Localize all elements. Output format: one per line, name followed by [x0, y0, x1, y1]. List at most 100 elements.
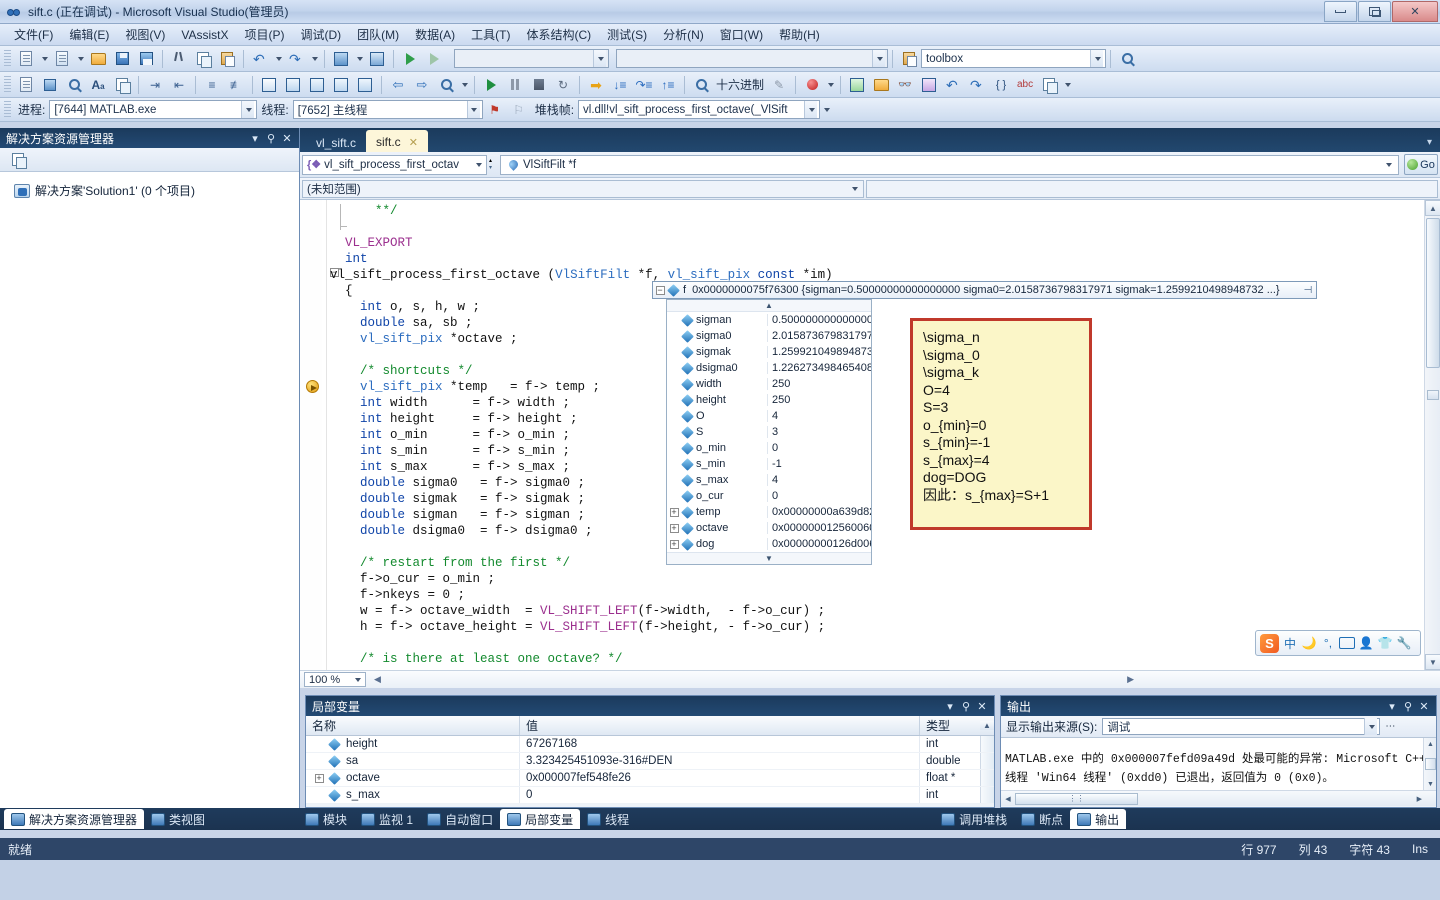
datatip-row-value[interactable]: 0: [767, 490, 871, 502]
expand-toggle-icon[interactable]: +: [667, 539, 681, 549]
tab-vl_sift-c[interactable]: vl_sift.c: [306, 132, 366, 152]
toolbar-grip[interactable]: [4, 100, 11, 119]
scroll-down-icon[interactable]: ▼: [1424, 778, 1436, 790]
datatip-row-value[interactable]: 0: [767, 442, 871, 454]
outdent-icon[interactable]: ⇤: [168, 74, 190, 95]
new-project-icon[interactable]: [51, 48, 73, 69]
scroll-left-icon[interactable]: ◀: [374, 674, 381, 685]
sogou-logo-icon[interactable]: S: [1260, 633, 1279, 653]
prev-task-icon[interactable]: ⇦: [387, 74, 409, 95]
scroll-up-icon[interactable]: ▲: [1424, 738, 1436, 750]
locals-scrollbar-track[interactable]: [980, 736, 994, 752]
new-project-dropdown-icon[interactable]: [75, 48, 85, 69]
restart-icon[interactable]: ↻: [552, 74, 574, 95]
pin-icon[interactable]: ⚲: [1400, 698, 1416, 714]
vassist-find-symbol-icon[interactable]: 👓: [894, 74, 916, 95]
datatip-row[interactable]: + temp 0x00000000a639d820: [667, 504, 871, 520]
prev-bookmark-icon[interactable]: [282, 74, 304, 95]
bookmark-folder-icon[interactable]: [354, 74, 376, 95]
datatip-row[interactable]: + dog 0x00000000126d0060: [667, 536, 871, 552]
scope-secondary-combo[interactable]: [866, 179, 1438, 198]
copy-icon[interactable]: [192, 48, 214, 69]
redo-icon[interactable]: [285, 48, 307, 69]
datatip-row[interactable]: S3: [667, 424, 871, 440]
datatip-row-value[interactable]: 4: [767, 474, 871, 486]
locals-scrollbar-track[interactable]: [980, 753, 994, 769]
moon-icon[interactable]: 🌙: [1301, 634, 1317, 652]
type-navigation-combo[interactable]: {❖ vl_sift_process_first_octav: [302, 154, 487, 175]
properties-icon[interactable]: [7, 149, 29, 170]
bottom-tab-solution-explorer[interactable]: 解决方案资源管理器: [4, 809, 145, 829]
user-icon[interactable]: 👤: [1358, 634, 1374, 652]
output-vertical-scrollbar[interactable]: ▲ ▼: [1423, 738, 1436, 790]
expand-toggle-icon[interactable]: +: [667, 523, 681, 533]
close-icon[interactable]: ✕: [409, 136, 418, 149]
tab-sift-c[interactable]: sift.c ✕: [366, 130, 428, 152]
thread-marker-icon[interactable]: ✎: [768, 74, 790, 95]
scroll-right-icon[interactable]: ▶: [1417, 795, 1422, 803]
vassist-surround-icon[interactable]: { }: [990, 74, 1012, 95]
locals-scrollbar-track[interactable]: [980, 770, 994, 786]
table-row[interactable]: height 67267168 int: [306, 736, 994, 753]
output-options-icon[interactable]: ⋯: [1385, 721, 1395, 732]
cut-icon[interactable]: [168, 48, 190, 69]
split-handle[interactable]: [1427, 390, 1439, 400]
datatip-row-value[interactable]: 3: [767, 426, 871, 438]
close-icon[interactable]: ✕: [1416, 698, 1432, 714]
table-row[interactable]: s_max 0 int: [306, 787, 994, 804]
scroll-down-icon[interactable]: ▼: [1425, 654, 1440, 670]
navigate-backward-icon[interactable]: [330, 48, 352, 69]
locals-value-cell[interactable]: 67267168: [520, 736, 920, 752]
chevron-down-icon[interactable]: [593, 50, 606, 67]
menu-analyze[interactable]: 分析(N): [655, 24, 712, 45]
datatip-row[interactable]: dsigma0 1.2262734984654080: [667, 360, 871, 376]
bottom-tab-autos[interactable]: 自动窗口: [420, 809, 500, 829]
bottom-tab-locals[interactable]: 局部变量: [500, 809, 581, 829]
tools-icon[interactable]: 🔧: [1396, 634, 1412, 652]
menu-data[interactable]: 数据(A): [407, 24, 463, 45]
datatip-row-value[interactable]: 4: [767, 410, 871, 422]
member-navigation-combo[interactable]: VlSiftFilt *f: [500, 154, 1399, 175]
datatip-row[interactable]: o_min 0: [667, 440, 871, 456]
continue-debug-icon[interactable]: [480, 74, 502, 95]
toolbar-overflow-icon[interactable]: [821, 99, 831, 120]
scope-combo[interactable]: (未知范围): [302, 179, 864, 198]
undo-icon[interactable]: [249, 48, 271, 69]
clear-tasks-icon[interactable]: [435, 74, 457, 95]
refactor-icon[interactable]: [15, 74, 37, 95]
flag-marker-icon[interactable]: ⚑: [484, 99, 506, 120]
menu-debug[interactable]: 调试(D): [292, 24, 349, 45]
clear-bookmarks-icon[interactable]: [330, 74, 352, 95]
datatip-row-value[interactable]: 2.0158736798317971: [767, 330, 871, 342]
chevron-down-icon[interactable]: ▾: [1384, 698, 1400, 714]
tasks-dropdown-icon[interactable]: [459, 74, 469, 95]
find-scope-icon[interactable]: [898, 48, 920, 69]
find-in-files-icon[interactable]: [1116, 48, 1138, 69]
menu-tools[interactable]: 工具(T): [463, 24, 518, 45]
undo-dropdown-icon[interactable]: [273, 48, 283, 69]
go-button[interactable]: Go: [1404, 154, 1438, 175]
editor-horizontal-scrollbar[interactable]: 100 % ◀ ▶: [300, 670, 1440, 688]
datatip-header[interactable]: − f 0x0000000075f76300 {sigman=0.5000000…: [652, 281, 1317, 299]
find-symbol-icon[interactable]: [39, 74, 61, 95]
datatip-row-value[interactable]: 1.2262734984654080: [767, 362, 871, 374]
bottom-tab-threads[interactable]: 线程: [580, 809, 636, 829]
expand-toggle-icon[interactable]: +: [314, 773, 324, 783]
datatip-row[interactable]: sigmak 1.2599210498948732: [667, 344, 871, 360]
chevron-down-icon[interactable]: ▾: [942, 698, 958, 714]
menu-architecture[interactable]: 体系结构(C): [518, 24, 599, 45]
new-file-dropdown-icon[interactable]: [39, 48, 49, 69]
scroll-thumb[interactable]: ⋮⋮: [1015, 792, 1138, 805]
table-row[interactable]: + octave 0x000007fef548fe26 float *: [306, 770, 994, 787]
bottom-tab-breakpoints[interactable]: 断点: [1014, 809, 1070, 829]
menu-window[interactable]: 窗口(W): [712, 24, 771, 45]
redo-dropdown-icon[interactable]: [309, 48, 319, 69]
table-row[interactable]: sa 3.323425451093e-316#DEN double: [306, 753, 994, 770]
datatip-row-value[interactable]: 0x00000000126d0060: [767, 538, 871, 550]
find-combo[interactable]: toolbox: [921, 49, 1106, 68]
indent-icon[interactable]: ⇥: [144, 74, 166, 95]
toggle-case-icon[interactable]: Aa: [87, 74, 109, 95]
next-task-icon[interactable]: ⇨: [411, 74, 433, 95]
menu-file[interactable]: 文件(F): [6, 24, 61, 45]
break-all-icon[interactable]: [504, 74, 526, 95]
